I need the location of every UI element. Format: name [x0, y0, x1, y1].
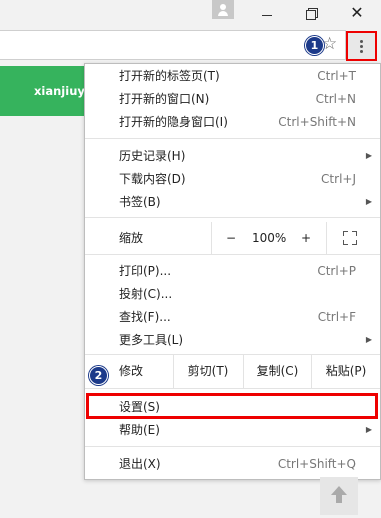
close-icon: ✕: [350, 3, 364, 22]
copy-button[interactable]: 复制(C): [244, 354, 311, 388]
submenu-arrow-icon: ▶: [365, 335, 372, 344]
profile-avatar-icon[interactable]: [212, 0, 234, 19]
step-badge-1: 1: [305, 36, 324, 55]
zoom-out-button[interactable]: −: [226, 222, 236, 254]
submenu-arrow-icon: ▶: [365, 151, 372, 160]
menu-item-bookmarks[interactable]: 书签(B) ▶: [85, 191, 380, 213]
menu-item-new-tab[interactable]: 打开新的标签页(T) Ctrl+T: [85, 65, 380, 87]
menu-item-help[interactable]: 帮助(E) ▶: [85, 419, 380, 441]
edit-row: 修改 剪切(T) 复制(C) 粘贴(P): [85, 354, 380, 388]
paste-button[interactable]: 粘贴(P): [312, 354, 380, 388]
chrome-menu-button[interactable]: [346, 31, 377, 61]
menu-item-cast[interactable]: 投射(C)...: [85, 283, 380, 305]
menu-item-new-window[interactable]: 打开新的窗口(N) Ctrl+N: [85, 88, 380, 110]
menu-separator: [85, 388, 380, 389]
restore-button[interactable]: [295, 2, 329, 24]
submenu-arrow-icon: ▶: [365, 197, 372, 206]
menu-item-incognito[interactable]: 打开新的隐身窗口(I) Ctrl+Shift+N: [85, 111, 380, 133]
minimize-icon: [262, 15, 272, 16]
cut-button[interactable]: 剪切(T): [173, 354, 243, 388]
menu-separator: [85, 446, 380, 447]
menu-item-more-tools[interactable]: 更多工具(L) ▶: [85, 329, 380, 351]
step-badge-2: 2: [89, 366, 108, 385]
settings-highlight-box: [86, 393, 378, 419]
submenu-arrow-icon: ▶: [365, 425, 372, 434]
zoom-row: 缩放 − 100% +: [85, 222, 380, 254]
minimize-button[interactable]: [250, 2, 284, 24]
menu-item-history[interactable]: 历史记录(H) ▶: [85, 145, 380, 167]
bookmark-star-icon[interactable]: ☆: [322, 34, 337, 54]
fullscreen-icon[interactable]: [343, 231, 357, 245]
menu-separator: [85, 138, 380, 139]
menu-item-find[interactable]: 查找(F)... Ctrl+F: [85, 306, 380, 328]
address-bar[interactable]: [0, 30, 346, 60]
menu-separator: [85, 217, 380, 218]
menu-item-downloads[interactable]: 下载内容(D) Ctrl+J: [85, 168, 380, 190]
menu-item-exit[interactable]: 退出(X) Ctrl+Shift+Q: [85, 453, 380, 475]
scroll-to-top-button[interactable]: [320, 477, 358, 515]
menu-item-print[interactable]: 打印(P)... Ctrl+P: [85, 260, 380, 282]
page-green-banner: xianjiuye: [0, 66, 93, 116]
menu-separator: [85, 254, 380, 255]
zoom-in-button[interactable]: +: [301, 222, 311, 254]
zoom-level: 100%: [252, 231, 287, 245]
title-bar: ✕: [0, 0, 381, 28]
close-button[interactable]: ✕: [340, 2, 374, 24]
